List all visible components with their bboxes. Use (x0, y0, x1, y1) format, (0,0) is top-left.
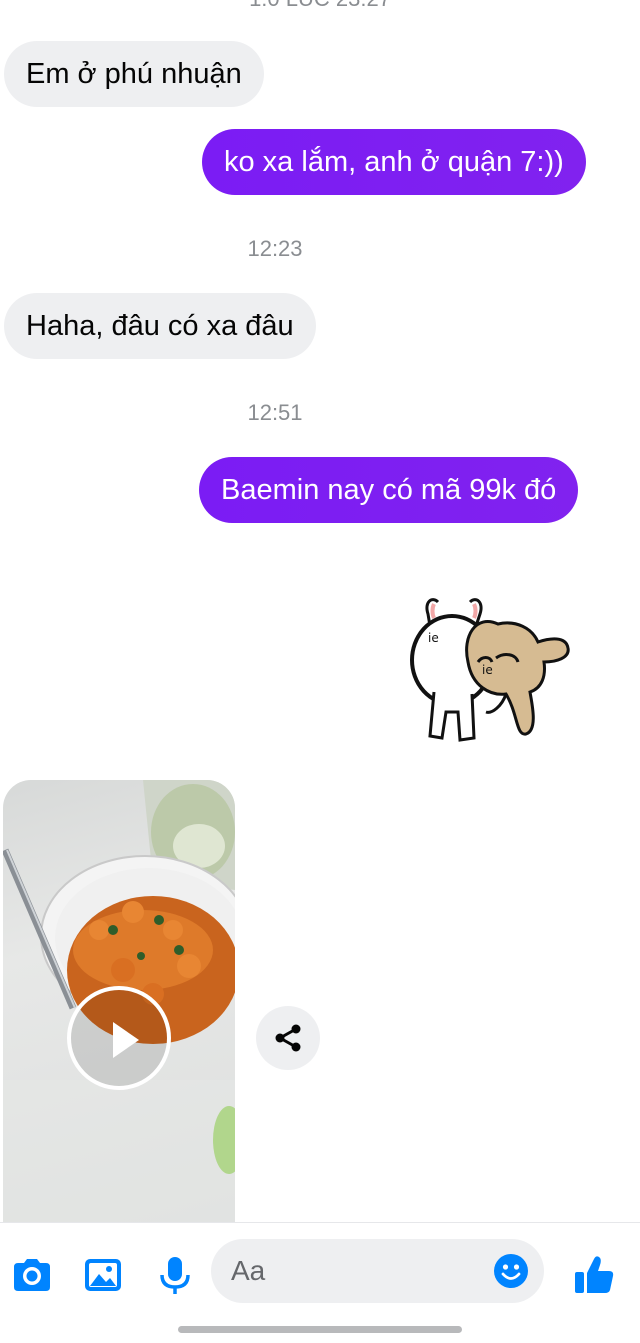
gallery-icon (85, 1259, 121, 1291)
message-outgoing[interactable]: ko xa lắm, anh ở quận 7:)) (202, 129, 586, 195)
share-button[interactable] (256, 1006, 320, 1070)
thumbs-up-button[interactable] (572, 1253, 616, 1297)
top-timestamp: 1:0 LÚC 23:27 (0, 0, 640, 12)
microphone-button[interactable] (153, 1253, 197, 1297)
message-incoming[interactable]: Haha, đâu có xa đâu (4, 293, 316, 359)
message-outgoing[interactable]: Baemin nay có mã 99k đó (199, 457, 579, 523)
gallery-button[interactable] (81, 1253, 125, 1297)
home-indicator (178, 1326, 462, 1333)
message-incoming[interactable]: Em ở phú nhuận (4, 41, 264, 107)
svg-text:ie: ie (428, 631, 439, 645)
camera-button[interactable] (10, 1253, 54, 1297)
video-message[interactable] (3, 780, 235, 1240)
emoji-icon (494, 1254, 528, 1288)
play-icon (113, 1022, 139, 1058)
emoji-button[interactable] (493, 1253, 529, 1289)
thumbs-up-icon (575, 1256, 614, 1293)
camera-icon (14, 1259, 50, 1291)
microphone-icon (160, 1257, 190, 1294)
message-input-container[interactable] (211, 1239, 544, 1303)
timestamp-divider: 12:51 (247, 400, 303, 425)
timestamp-divider: 12:23 (247, 236, 303, 261)
play-button[interactable] (67, 986, 171, 1090)
message-composer (0, 1222, 640, 1343)
message-input[interactable] (231, 1249, 491, 1293)
hugging-bunnies-sticker[interactable]: ie ie (406, 596, 576, 756)
svg-text:ie: ie (482, 663, 493, 677)
share-icon (275, 1024, 301, 1052)
